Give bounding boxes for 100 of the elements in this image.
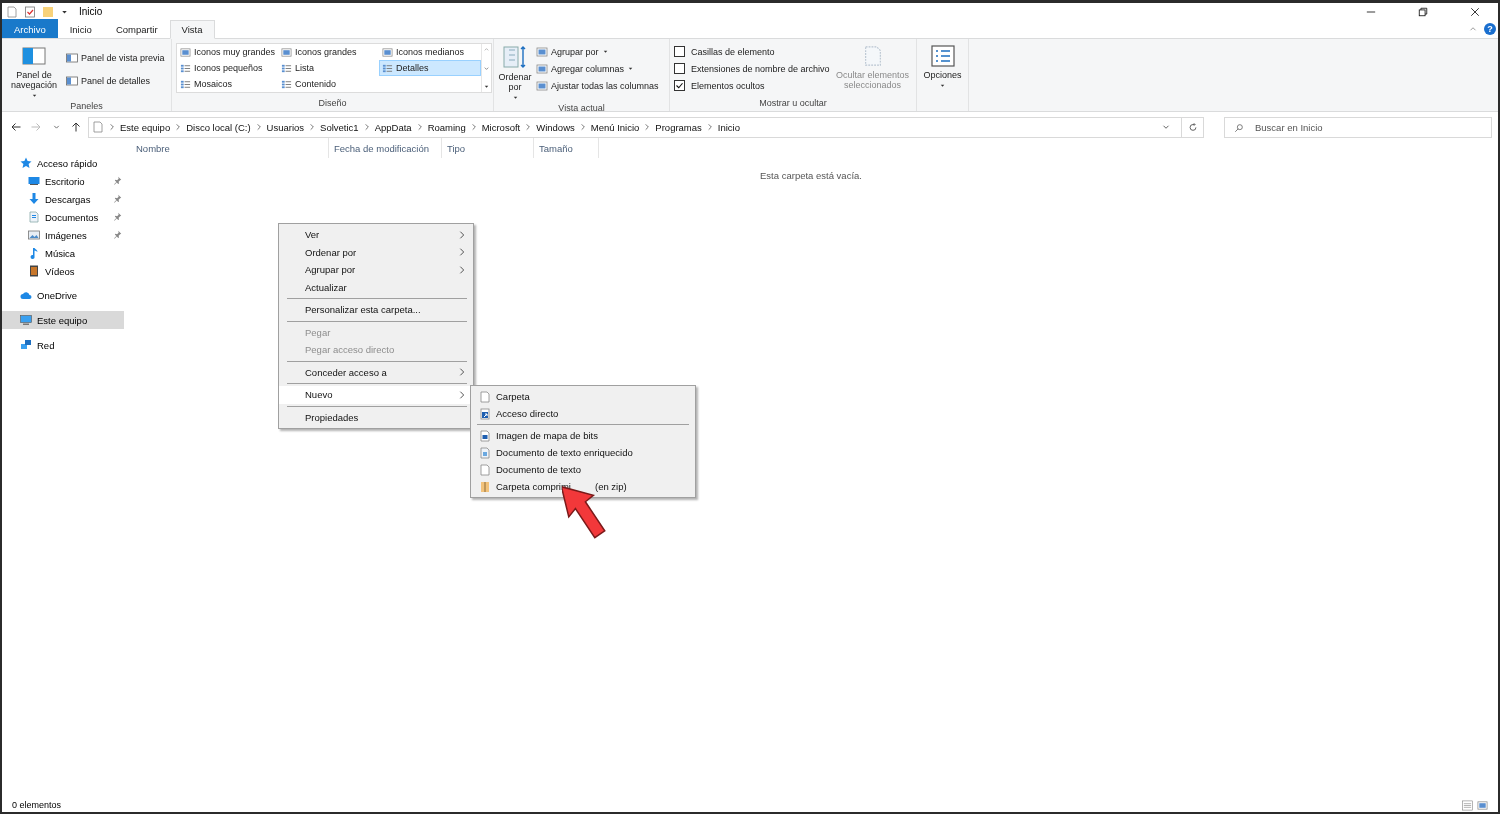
layout-icon bbox=[281, 62, 292, 74]
details-view-icon bbox=[1462, 799, 1473, 811]
pane-button[interactable]: Panel de detalles bbox=[66, 73, 165, 88]
pane-button[interactable]: Panel de vista previa bbox=[66, 50, 165, 65]
nav-item[interactable]: Red bbox=[2, 336, 124, 354]
sort-by-button[interactable]: Ordenar por bbox=[498, 42, 532, 103]
refresh-icon bbox=[1187, 121, 1198, 133]
layout-icon bbox=[382, 46, 393, 58]
layout-option[interactable]: Iconos grandes bbox=[278, 44, 379, 60]
layout-option[interactable]: Detalles bbox=[379, 60, 481, 76]
breadcrumb[interactable]: Inicio bbox=[717, 121, 740, 133]
menu-item[interactable]: Ver bbox=[279, 226, 473, 244]
search-field[interactable]: Buscar en Inicio bbox=[1224, 116, 1492, 138]
menu-item[interactable]: Documento de texto enriquecido bbox=[471, 444, 695, 461]
menu-item[interactable]: Personalizar esta carpeta... bbox=[279, 301, 473, 319]
help-icon[interactable]: ? bbox=[1484, 22, 1496, 35]
menu-item[interactable]: Actualizar bbox=[279, 278, 473, 296]
menu-item[interactable]: Propiedades bbox=[279, 408, 473, 426]
menu-item[interactable]: Carpeta bbox=[471, 388, 695, 405]
column-header[interactable]: Fecha de modificación bbox=[329, 138, 442, 158]
menu-item[interactable]: Agrupar por bbox=[279, 261, 473, 279]
page-icon bbox=[92, 121, 104, 133]
folder-icon bbox=[42, 5, 54, 18]
breadcrumb[interactable]: Este equipo bbox=[120, 121, 171, 133]
menu-item[interactable]: Conceder acceso a bbox=[279, 363, 473, 381]
chevron-right-icon bbox=[469, 123, 478, 131]
pane-layout-icon bbox=[21, 44, 47, 68]
pane-icon bbox=[66, 51, 78, 64]
address-bar[interactable]: Este equipo Disco local (C:) Usuarios Solvetic1 AppData Roaming Microsoft Windows Menú Inicio Programas Inicio bbox=[88, 116, 1182, 138]
breadcrumb[interactable]: Windows bbox=[536, 121, 575, 133]
nav-item[interactable]: Vídeos bbox=[2, 262, 124, 280]
menu-item[interactable]: Acceso directo bbox=[471, 405, 695, 422]
cloud-icon bbox=[20, 289, 32, 301]
film-icon bbox=[28, 265, 40, 277]
ribbon-tab[interactable]: Vista bbox=[169, 20, 215, 39]
columns-icon bbox=[536, 62, 548, 75]
navigation-pane-button[interactable]: Panel de navegación bbox=[6, 42, 62, 101]
checkbox[interactable]: Elementos ocultos bbox=[674, 78, 830, 93]
group-label: Vista actual bbox=[557, 103, 606, 113]
view-button[interactable]: Ajustar todas las columnas bbox=[536, 78, 659, 93]
layout-icon bbox=[180, 62, 191, 74]
monitor-icon bbox=[20, 314, 32, 326]
rich-text-file-icon bbox=[479, 446, 491, 459]
view-button[interactable]: Agrupar por bbox=[536, 44, 659, 59]
nav-item[interactable]: Documentos bbox=[2, 208, 124, 226]
scroll-down-icon bbox=[483, 64, 490, 72]
breadcrumb[interactable]: Usuarios bbox=[266, 121, 305, 133]
chevron-right-icon bbox=[254, 123, 263, 131]
layout-option[interactable]: Contenido bbox=[278, 76, 379, 92]
expand-icon bbox=[483, 83, 490, 90]
layout-option[interactable]: Iconos pequeños bbox=[177, 60, 278, 76]
download-arrow-icon bbox=[28, 193, 40, 205]
nav-item[interactable]: OneDrive bbox=[2, 286, 124, 304]
breadcrumb[interactable]: AppData bbox=[374, 121, 412, 133]
menu-item[interactable]: Imagen de mapa de bits bbox=[471, 427, 695, 444]
column-header[interactable]: Nombre bbox=[124, 138, 329, 158]
breadcrumb[interactable]: Disco local (C:) bbox=[186, 121, 251, 133]
menu-item[interactable]: Nuevo bbox=[279, 386, 473, 404]
chevron-right-icon bbox=[108, 123, 116, 131]
menu-item[interactable]: Ordenar por bbox=[279, 243, 473, 261]
layout-option[interactable]: Iconos muy grandes bbox=[177, 44, 278, 60]
nav-item[interactable]: Este equipo bbox=[2, 311, 124, 329]
scroll-up-icon bbox=[483, 46, 490, 53]
search-icon bbox=[1234, 121, 1244, 134]
back-icon bbox=[10, 121, 22, 133]
breadcrumb[interactable]: Menú Inicio bbox=[590, 121, 640, 133]
chevron-right-icon bbox=[705, 123, 714, 131]
breadcrumb[interactable]: Microsoft bbox=[481, 121, 521, 133]
breadcrumb[interactable]: Roaming bbox=[427, 121, 466, 133]
ribbon-tab[interactable]: Compartir bbox=[103, 19, 170, 38]
nav-item[interactable]: Imágenes bbox=[2, 226, 124, 244]
layout-option[interactable]: Iconos medianos bbox=[379, 44, 481, 60]
image-icon bbox=[28, 229, 40, 241]
checkbox[interactable]: Extensiones de nombre de archivo bbox=[674, 61, 830, 76]
menu-item-text[interactable]: (en zip) bbox=[594, 481, 627, 492]
column-header[interactable]: Tipo bbox=[442, 138, 534, 158]
layout-icon bbox=[281, 46, 292, 58]
ribbon-tab[interactable]: Inicio bbox=[57, 19, 104, 38]
item-count: 0 elementos bbox=[12, 800, 62, 810]
layout-option[interactable]: Lista bbox=[278, 60, 379, 76]
menu-item[interactable]: Documento de texto bbox=[471, 461, 695, 478]
checkbox[interactable]: Casillas de elemento bbox=[674, 44, 830, 59]
layout-option[interactable]: Mosaicos bbox=[177, 76, 278, 92]
layout-icon bbox=[382, 62, 393, 74]
ribbon-tab[interactable]: Archivo bbox=[2, 19, 58, 38]
menu-item-text[interactable]: Carpeta comprimi bbox=[496, 481, 571, 492]
close-icon bbox=[1470, 6, 1480, 17]
breadcrumb[interactable]: Programas bbox=[655, 121, 702, 133]
layout-icon bbox=[281, 78, 292, 90]
column-header[interactable]: Tamaño bbox=[534, 138, 599, 158]
refresh-button[interactable] bbox=[1182, 116, 1204, 138]
star-icon bbox=[20, 157, 32, 169]
view-button[interactable]: Agregar columnas bbox=[536, 61, 659, 76]
nav-item[interactable]: Música bbox=[2, 244, 124, 262]
options-button[interactable]: Opciones bbox=[921, 42, 964, 111]
nav-item[interactable]: Escritorio bbox=[2, 172, 124, 190]
breadcrumb[interactable]: Solvetic1 bbox=[320, 121, 359, 133]
nav-item[interactable]: Descargas bbox=[2, 190, 124, 208]
nav-item[interactable]: Acceso rápido bbox=[2, 154, 124, 172]
restore-icon bbox=[1418, 6, 1428, 17]
